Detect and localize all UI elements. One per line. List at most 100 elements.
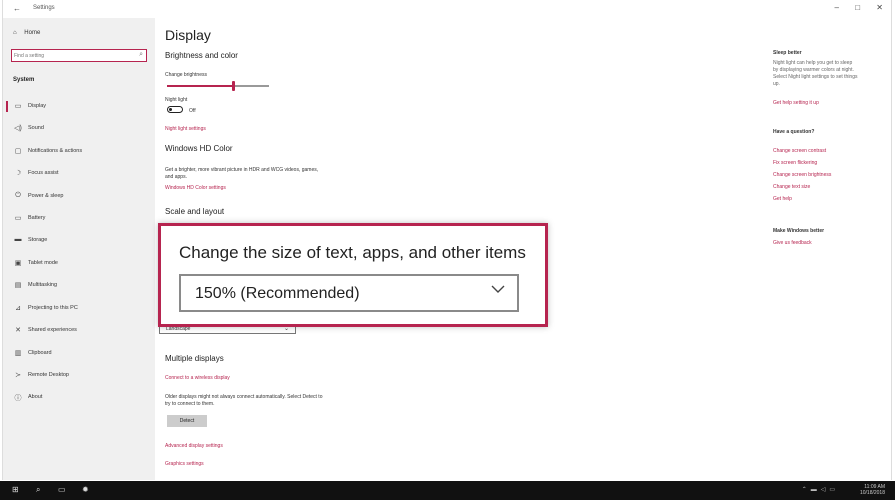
search-icon[interactable]: ⌕ xyxy=(36,485,40,495)
night-light-state: Off xyxy=(189,108,196,114)
battery-icon: ▭ xyxy=(14,215,22,222)
detect-desc: try to connect to them. xyxy=(165,401,215,407)
hd-color-desc: and apps. xyxy=(165,174,187,180)
sidebar: ⌂ Home ⌕ System ▭ Display ◁) Sound ▢ Not… xyxy=(3,18,155,480)
multiple-displays-heading: Multiple displays xyxy=(165,354,224,363)
monitor-icon: ▭ xyxy=(14,103,22,110)
advanced-display-link[interactable]: Advanced display settings xyxy=(165,443,223,449)
brightness-slider[interactable] xyxy=(167,81,269,91)
sleep-desc: Select Night light settings to set thing… xyxy=(773,74,858,80)
hd-color-desc: Get a brighter, more vibrant picture in … xyxy=(165,167,319,173)
sleep-heading: Sleep better xyxy=(773,50,802,56)
slider-fill xyxy=(167,85,234,87)
scale-heading: Scale and layout xyxy=(165,207,225,216)
notifications-icon: ▢ xyxy=(14,148,22,155)
clipboard-icon: ▥ xyxy=(14,350,22,357)
sidebar-item-about[interactable]: ⓘ About xyxy=(3,388,155,408)
night-light-toggle[interactable] xyxy=(167,106,183,113)
wireless-display-link[interactable]: Connect to a wireless display xyxy=(165,375,230,381)
help-link[interactable]: Change screen contrast xyxy=(773,148,826,154)
screen: ← Settings – □ ✕ ⌂ Home ⌕ System ▭ Displ… xyxy=(0,0,895,500)
sidebar-item-notifications[interactable]: ▢ Notifications & actions xyxy=(3,142,155,162)
sidebar-item-label: Battery xyxy=(28,215,46,221)
hd-color-settings-link[interactable]: Windows HD Color settings xyxy=(165,185,226,191)
help-link[interactable]: Change screen brightness xyxy=(773,172,831,178)
sidebar-item-multitasking[interactable]: ▤ Multitasking xyxy=(3,276,155,296)
sidebar-item-label: Projecting to this PC xyxy=(28,305,78,311)
power-icon: ⏻ xyxy=(15,192,21,199)
sidebar-item-label: Display xyxy=(28,103,47,109)
sidebar-item-label: Home xyxy=(24,30,41,36)
sidebar-item-label: Remote Desktop xyxy=(28,372,69,378)
detect-button[interactable]: Detect xyxy=(167,415,207,427)
sleep-desc: up. xyxy=(773,81,780,87)
task-view-icon[interactable]: ▭ xyxy=(58,485,66,494)
sidebar-item-clipboard[interactable]: ▥ Clipboard xyxy=(3,344,155,364)
scale-value: 150% (Recommended) xyxy=(195,285,360,302)
maximize-button[interactable]: □ xyxy=(855,3,860,12)
help-link[interactable]: Change text size xyxy=(773,184,810,190)
windows-start-icon[interactable]: ⊞ xyxy=(12,485,19,494)
sleep-desc: by displaying warmer colors at night. xyxy=(773,67,854,73)
graphics-settings-link[interactable]: Graphics settings xyxy=(165,461,204,467)
page-title: Display xyxy=(165,27,211,43)
sidebar-item-label: Tablet mode xyxy=(28,260,58,266)
slider-thumb[interactable] xyxy=(232,81,236,91)
back-arrow-icon[interactable]: ← xyxy=(13,4,21,13)
sidebar-item-label: Shared experiences xyxy=(28,327,77,333)
search-icon[interactable]: ⌕ xyxy=(139,51,143,59)
sidebar-item-display[interactable]: ▭ Display xyxy=(3,97,155,117)
help-link[interactable]: Get help xyxy=(773,196,792,202)
sleep-desc: Night light can help you get to sleep xyxy=(773,60,853,66)
sidebar-item-shared-experiences[interactable]: ✕ Shared experiences xyxy=(3,321,155,341)
gear-icon[interactable]: ✹ xyxy=(82,485,89,494)
multitasking-icon: ▤ xyxy=(14,282,22,289)
clock-date: 10/18/2018 xyxy=(859,490,885,496)
sidebar-item-label: Clipboard xyxy=(28,350,52,356)
system-tray-icons[interactable]: ⌃▬◁▭ xyxy=(802,486,839,493)
sleep-help-link[interactable]: Get help setting it up xyxy=(773,100,819,106)
scale-dropdown[interactable]: 150% (Recommended) xyxy=(179,274,519,312)
help-link[interactable]: Fix screen flickering xyxy=(773,160,817,166)
sidebar-item-focus-assist[interactable]: ☽ Focus assist xyxy=(3,164,155,184)
sidebar-item-label: Notifications & actions xyxy=(28,148,83,154)
feedback-link[interactable]: Give us feedback xyxy=(773,240,812,246)
sidebar-item-power-sleep[interactable]: ⏻ Power & sleep xyxy=(3,187,155,207)
close-button[interactable]: ✕ xyxy=(876,3,883,12)
tablet-icon: ▣ xyxy=(14,260,22,267)
window-controls: – □ ✕ xyxy=(821,3,883,12)
sidebar-item-remote-desktop[interactable]: ≻ Remote Desktop xyxy=(3,366,155,386)
info-icon: ⓘ xyxy=(14,395,22,402)
hd-color-heading: Windows HD Color xyxy=(165,144,233,153)
sidebar-item-label: Focus assist xyxy=(28,170,59,176)
storage-icon: ▬ xyxy=(14,236,22,243)
scale-label: Change the size of text, apps, and other… xyxy=(179,243,526,262)
sidebar-item-label: Sound xyxy=(28,125,44,131)
home-icon: ⌂ xyxy=(13,30,17,36)
remote-desktop-icon: ≻ xyxy=(15,372,21,379)
clock[interactable]: 11:09 AM 10/18/2018 xyxy=(860,484,885,496)
sidebar-item-tablet-mode[interactable]: ▣ Tablet mode xyxy=(3,254,155,274)
sidebar-item-projecting[interactable]: ⊿ Projecting to this PC xyxy=(3,299,155,319)
better-heading: Make Windows better xyxy=(773,228,825,234)
detect-desc: Older displays might not always connect … xyxy=(165,394,323,400)
sidebar-item-storage[interactable]: ▬ Storage xyxy=(3,231,155,251)
sidebar-item-label: Power & sleep xyxy=(28,193,64,199)
change-brightness-label: Change brightness xyxy=(165,72,207,78)
chevron-down-icon xyxy=(491,285,505,293)
night-light-label: Night light xyxy=(165,97,188,103)
scale-callout: Change the size of text, apps, and other… xyxy=(158,223,548,327)
section-label: System xyxy=(13,77,35,83)
title-bar: ← Settings – □ ✕ xyxy=(3,0,891,18)
search-box[interactable]: ⌕ xyxy=(11,49,147,62)
toggle-knob xyxy=(169,108,172,111)
sidebar-item-home[interactable]: ⌂ Home xyxy=(13,30,40,36)
sidebar-item-battery[interactable]: ▭ Battery xyxy=(3,209,155,229)
brightness-heading: Brightness and color xyxy=(165,51,238,60)
moon-icon: ☽ xyxy=(14,170,22,177)
minimize-button[interactable]: – xyxy=(835,3,839,12)
sidebar-item-sound[interactable]: ◁) Sound xyxy=(3,119,155,139)
night-light-settings-link[interactable]: Night light settings xyxy=(165,126,206,132)
sidebar-item-label: Multitasking xyxy=(28,282,58,288)
search-input[interactable] xyxy=(14,51,124,60)
